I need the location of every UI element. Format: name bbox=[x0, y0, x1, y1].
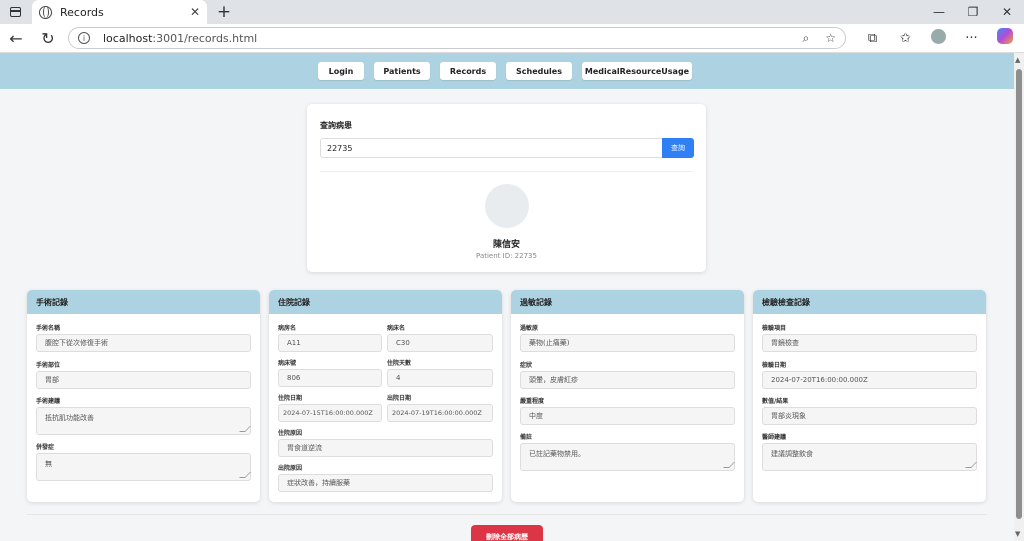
more-menu-icon[interactable]: ··· bbox=[955, 31, 988, 46]
scroll-up-icon[interactable]: ▲ bbox=[1015, 56, 1020, 64]
top-nav: Login Patients Records Schedules Medical… bbox=[0, 53, 1024, 89]
search-button[interactable]: 查詢 bbox=[662, 138, 694, 158]
admission-reason-label: 住院原因 bbox=[278, 430, 303, 437]
severity-field[interactable]: 中度 bbox=[520, 407, 735, 425]
patient-search-card: 查詢病患 22735 查詢 陳信安 Patient ID: 22735 bbox=[307, 104, 706, 272]
doctor-advice-label: 醫師建議 bbox=[762, 434, 787, 441]
bed-name-label: 病床名 bbox=[387, 325, 406, 332]
discharge-reason-label: 出院原因 bbox=[278, 465, 303, 472]
nav-records-button[interactable]: Records bbox=[440, 62, 496, 80]
exam-date-label: 檢驗日期 bbox=[762, 362, 787, 369]
note-label: 備註 bbox=[520, 434, 533, 441]
discharge-date-label: 出院日期 bbox=[387, 395, 412, 402]
delete-all-records-button[interactable]: 刪除全部病歷 bbox=[471, 525, 543, 541]
allergen-label: 過敏原 bbox=[520, 325, 539, 332]
close-window-icon[interactable]: ✕ bbox=[990, 0, 1024, 24]
complication-label: 併發症 bbox=[36, 444, 55, 451]
admission-date-field[interactable]: 2024-07-15T16:00:00.000Z bbox=[278, 404, 382, 422]
severity-label: 嚴重程度 bbox=[520, 398, 545, 405]
allergy-record-card: 過敏記錄 過敏原 藥物(止痛藥) 症狀 頭暈，皮膚紅疹 嚴重程度 中度 備註 已… bbox=[511, 290, 744, 502]
divider bbox=[27, 514, 987, 515]
doctor-advice-textarea[interactable]: 建議調整飲食 bbox=[762, 443, 977, 471]
patient-avatar bbox=[485, 184, 529, 228]
reload-icon[interactable]: ↻ bbox=[32, 29, 64, 48]
symptom-label: 症狀 bbox=[520, 362, 533, 369]
discharge-date-field[interactable]: 2024-07-19T16:00:00.000Z bbox=[387, 404, 493, 422]
surgery-site-field[interactable]: 胃部 bbox=[36, 371, 251, 389]
hospitalization-record-card: 住院記錄 病房名 A11 病床名 C30 病床號 806 住院天數 4 住院日期… bbox=[269, 290, 502, 502]
bed-number-label: 病床號 bbox=[278, 360, 297, 367]
exam-item-label: 檢驗項目 bbox=[762, 325, 787, 332]
zoom-icon[interactable]: ⌕ bbox=[803, 31, 810, 46]
admission-reason-field[interactable]: 胃食道逆流 bbox=[278, 439, 493, 457]
exam-result-field[interactable]: 胃部炎現象 bbox=[762, 407, 977, 425]
close-tab-icon[interactable]: ✕ bbox=[190, 5, 200, 19]
address-toolbar: ← ↻ i localhost:3001/records.html ⌕ ☆ ⧉ … bbox=[0, 24, 1024, 53]
stay-days-label: 住院天數 bbox=[387, 360, 412, 367]
browser-tab-strip: Records ✕ + — ❐ ✕ bbox=[0, 0, 1024, 24]
browser-tab[interactable]: Records ✕ bbox=[32, 0, 207, 24]
discharge-reason-field[interactable]: 症狀改善，持續服藥 bbox=[278, 474, 493, 492]
surgery-advice-label: 手術建議 bbox=[36, 398, 61, 405]
symptom-field[interactable]: 頭暈，皮膚紅疹 bbox=[520, 371, 735, 389]
extensions-icon[interactable]: ⧉ bbox=[856, 31, 889, 46]
scrollbar-thumb[interactable] bbox=[1016, 69, 1022, 519]
globe-icon bbox=[39, 5, 52, 19]
surgery-site-label: 手術部位 bbox=[36, 362, 61, 369]
favorite-star-icon[interactable]: ☆ bbox=[825, 31, 836, 46]
surgery-advice-textarea[interactable]: 抵抗肌功能改善 bbox=[36, 407, 251, 435]
tab-actions-icon[interactable] bbox=[0, 0, 30, 24]
bed-name-field[interactable]: C30 bbox=[387, 334, 493, 352]
url-path: :3001/records.html bbox=[152, 31, 258, 45]
nav-schedules-button[interactable]: Schedules bbox=[506, 62, 572, 80]
exam-record-card: 檢驗檢查記錄 檢驗項目 胃鏡檢查 檢驗日期 2024-07-20T16:00:0… bbox=[753, 290, 986, 502]
complication-textarea[interactable]: 無 bbox=[36, 453, 251, 481]
search-label: 查詢病患 bbox=[320, 121, 352, 130]
admission-date-label: 住院日期 bbox=[278, 395, 303, 402]
allergen-field[interactable]: 藥物(止痛藥) bbox=[520, 334, 735, 352]
bed-number-field[interactable]: 806 bbox=[278, 369, 382, 387]
divider bbox=[320, 171, 693, 172]
address-bar[interactable]: i localhost:3001/records.html ⌕ ☆ bbox=[68, 27, 846, 49]
exam-card-title: 檢驗檢查記錄 bbox=[753, 290, 986, 314]
url-host: localhost bbox=[103, 31, 153, 45]
profile-icon[interactable] bbox=[922, 28, 955, 48]
nav-patients-button[interactable]: Patients bbox=[374, 62, 430, 80]
exam-date-field[interactable]: 2024-07-20T16:00:00.000Z bbox=[762, 371, 977, 389]
restore-icon[interactable]: ❐ bbox=[956, 0, 990, 24]
ward-field[interactable]: A11 bbox=[278, 334, 382, 352]
surgery-card-title: 手術記錄 bbox=[27, 290, 260, 314]
scroll-down-icon[interactable]: ▼ bbox=[1015, 530, 1020, 538]
surgery-name-field[interactable]: 腹腔下從次修復手術 bbox=[36, 334, 251, 352]
ward-label: 病房名 bbox=[278, 325, 297, 332]
patient-id: Patient ID: 22735 bbox=[476, 252, 537, 260]
surgery-record-card: 手術記錄 手術名稱 腹腔下從次修復手術 手術部位 胃部 手術建議 抵抗肌功能改善… bbox=[27, 290, 260, 502]
page-viewport: Login Patients Records Schedules Medical… bbox=[0, 53, 1024, 541]
nav-resource-usage-button[interactable]: MedicalResourceUsage bbox=[582, 62, 692, 80]
patient-name: 陳信安 bbox=[492, 240, 520, 250]
exam-item-field[interactable]: 胃鏡檢查 bbox=[762, 334, 977, 352]
note-textarea[interactable]: 已註記藥物禁用。 bbox=[520, 443, 735, 471]
new-tab-button[interactable]: + bbox=[211, 0, 237, 24]
page-scrollbar[interactable]: ▲ ▼ bbox=[1014, 53, 1024, 541]
minimize-icon[interactable]: — bbox=[922, 0, 956, 24]
tab-title: Records bbox=[60, 5, 104, 19]
hospitalization-card-title: 住院記錄 bbox=[269, 290, 502, 314]
back-icon[interactable]: ← bbox=[0, 29, 32, 48]
exam-result-label: 數值/結果 bbox=[762, 398, 789, 405]
info-icon[interactable]: i bbox=[78, 32, 90, 44]
stay-days-field[interactable]: 4 bbox=[387, 369, 493, 387]
allergy-card-title: 過敏記錄 bbox=[511, 290, 744, 314]
patient-search-input[interactable]: 22735 bbox=[320, 138, 662, 158]
copilot-icon[interactable] bbox=[988, 28, 1021, 48]
surgery-name-label: 手術名稱 bbox=[36, 325, 61, 332]
nav-login-button[interactable]: Login bbox=[318, 62, 364, 80]
favorites-icon[interactable]: ✩ bbox=[889, 31, 922, 46]
